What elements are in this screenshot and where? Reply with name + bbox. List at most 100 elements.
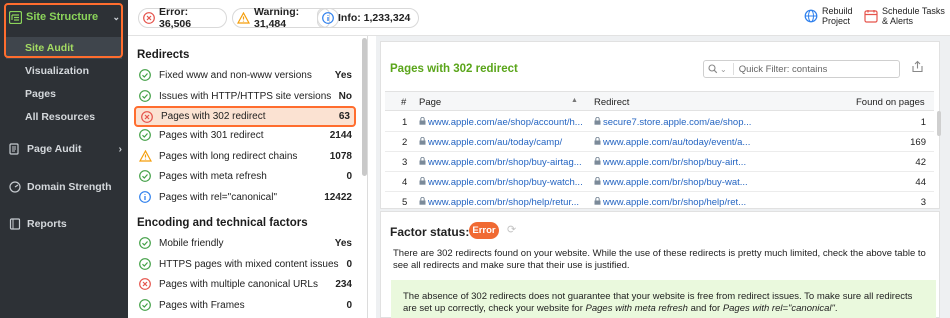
row-number: 3 <box>402 157 408 168</box>
factor-value: 0 <box>346 299 352 311</box>
status-badge: Error <box>469 222 499 239</box>
filter-placeholder: Quick Filter: contains <box>738 63 828 75</box>
column-header-number[interactable]: # <box>401 97 406 108</box>
table-row[interactable]: 3 www.apple.com/br/shop/buy-airtag... ww… <box>385 152 934 172</box>
table-row[interactable]: 4 www.apple.com/br/shop/buy-watch... www… <box>385 172 934 192</box>
sidebar-item-reports[interactable]: Reports <box>8 214 122 234</box>
page-url-link[interactable]: www.apple.com/br/shop/help/retur... <box>428 197 579 208</box>
redirect-url-link[interactable]: www.apple.com/br/shop/buy-airt... <box>603 157 746 168</box>
lock-icon <box>419 156 426 168</box>
factor-description: There are 302 redirects found on your we… <box>393 248 926 271</box>
rebuild-project-button[interactable]: Rebuild Project <box>804 6 853 26</box>
factor-row[interactable]: HTTPS pages with mixed content issues 0 <box>134 254 356 274</box>
ok-check-icon <box>138 69 152 81</box>
lock-icon <box>594 136 601 148</box>
lock-icon <box>594 156 601 168</box>
info-count-badge[interactable]: Info: 1,233,324 <box>317 8 419 28</box>
note-link-meta-refresh[interactable]: Pages with meta refresh <box>586 303 688 314</box>
factor-label: Pages with Frames <box>159 299 245 311</box>
refresh-icon[interactable]: ⟳ <box>507 223 516 236</box>
factor-value: 12422 <box>324 191 352 203</box>
sidebar-item-site-audit[interactable]: Site Audit <box>6 37 122 59</box>
sidebar-item-all-resources[interactable]: All Resources <box>6 106 122 128</box>
page-url-link[interactable]: www.apple.com/br/shop/buy-watch... <box>428 177 583 188</box>
factor-row[interactable]: Pages with Frames 0 <box>134 295 356 315</box>
filter-dropdown-icon[interactable]: ⌄ <box>720 65 727 74</box>
factor-row-selected[interactable]: Pages with 302 redirect 63 <box>134 106 356 127</box>
factor-row[interactable]: Pages with rel="canonical" 12422 <box>134 187 356 207</box>
lock-icon <box>594 196 601 208</box>
table-row[interactable]: 2 www.apple.com/au/today/camp/ www.apple… <box>385 132 934 152</box>
factor-label: Pages with 301 redirect <box>159 129 264 141</box>
ok-check-icon <box>138 258 152 270</box>
factor-status-label: Factor status: <box>390 225 470 239</box>
column-header-page[interactable]: Page <box>419 97 441 108</box>
sidebar-item-pages[interactable]: Pages <box>6 83 122 105</box>
factor-row[interactable]: Mobile friendly Yes <box>134 233 356 253</box>
details-panel: Pages with 302 redirect ⌄ Quick Filter: … <box>376 36 950 318</box>
factor-label: Pages with long redirect chains <box>159 150 298 162</box>
factor-row[interactable]: Issues with HTTP/HTTPS site versions No <box>134 86 356 106</box>
lock-icon <box>419 136 426 148</box>
page-url-link[interactable]: www.apple.com/br/shop/buy-airtag... <box>428 157 582 168</box>
factor-row[interactable]: Pages with long redirect chains 1078 <box>134 146 356 166</box>
table-title: Pages with 302 redirect <box>390 63 518 75</box>
sidebar-item-page-audit[interactable]: Page Audit › <box>8 139 122 159</box>
ok-check-icon <box>138 170 152 182</box>
sort-asc-icon[interactable]: ▲ <box>571 97 578 104</box>
error-icon <box>138 278 152 290</box>
page-audit-icon <box>8 143 22 155</box>
schedule-label-2: & Alerts <box>882 16 914 26</box>
page-url-link[interactable]: www.apple.com/au/today/camp/ <box>428 137 562 148</box>
sidebar: Site Structure ⌄ Site Audit Visualizatio… <box>0 0 128 318</box>
factor-row[interactable]: Fixed www and non-www versions Yes <box>134 65 356 85</box>
left-panel-scrollbar[interactable] <box>362 38 367 176</box>
redirect-url-link[interactable]: www.apple.com/br/shop/buy-wat... <box>603 177 748 188</box>
factor-row[interactable]: Pages with multiple canonical URLs 234 <box>134 274 356 294</box>
group-title-encoding: Encoding and technical factors <box>137 217 308 229</box>
redirect-url-link[interactable]: www.apple.com/au/today/event/a... <box>603 137 750 148</box>
factor-row[interactable]: Pages with 301 redirect 2144 <box>134 125 356 145</box>
sidebar-item-visualization[interactable]: Visualization <box>6 60 122 82</box>
factor-list-panel: Redirects Fixed www and non-www versions… <box>128 36 368 318</box>
factor-label: Pages with multiple canonical URLs <box>159 278 318 290</box>
lock-icon <box>419 116 426 128</box>
error-count-badge[interactable]: Error: 36,506 <box>138 6 227 30</box>
redirect-url-link[interactable]: www.apple.com/br/shop/help/ret... <box>603 197 746 208</box>
table-scrollbar[interactable] <box>937 111 941 136</box>
column-header-redirect[interactable]: Redirect <box>594 97 629 108</box>
schedule-tasks-button[interactable]: Schedule Tasks & Alerts <box>864 6 945 26</box>
chevron-right-icon: › <box>118 143 123 155</box>
note-link-canonical[interactable]: Pages with rel="canonical" <box>723 303 835 314</box>
column-header-found-on-pages[interactable]: Found on pages <box>856 97 925 108</box>
lock-icon <box>594 116 601 128</box>
chevron-down-icon: ⌄ <box>112 11 120 22</box>
top-bar: Error: 36,506 Warning: 31,484 Info: 1,23… <box>128 0 950 36</box>
factor-label: Fixed www and non-www versions <box>159 69 312 81</box>
sidebar-item-domain-strength[interactable]: Domain Strength <box>8 177 122 197</box>
rebuild-label-1: Rebuild <box>822 6 853 16</box>
found-on-pages-value: 42 <box>915 157 926 168</box>
page-url-link[interactable]: www.apple.com/ae/shop/account/h... <box>428 117 583 128</box>
sidebar-section-label: Site Structure <box>26 11 99 23</box>
group-title-redirects: Redirects <box>137 49 190 61</box>
ok-check-icon <box>138 90 152 102</box>
sidebar-section-site-structure[interactable]: Site Structure ⌄ <box>8 7 120 27</box>
site-structure-icon <box>8 10 22 24</box>
factor-label: Mobile friendly <box>159 237 224 249</box>
export-icon[interactable] <box>911 60 924 76</box>
quick-filter-input[interactable]: ⌄ Quick Filter: contains <box>703 60 900 78</box>
ok-check-icon <box>138 129 152 141</box>
found-on-pages-value: 44 <box>915 177 926 188</box>
factor-value: 0 <box>346 170 352 182</box>
ok-check-icon <box>138 237 152 249</box>
globe-icon <box>804 9 818 23</box>
factor-row[interactable]: Pages with meta refresh 0 <box>134 166 356 186</box>
table-row[interactable]: 1 www.apple.com/ae/shop/account/h... sec… <box>385 112 934 132</box>
row-number: 1 <box>402 117 408 128</box>
row-number: 2 <box>402 137 408 148</box>
factor-note: The absence of 302 redirects does not gu… <box>391 280 936 318</box>
redirect-url-link[interactable]: secure7.store.apple.com/ae/shop... <box>603 117 751 128</box>
search-icon <box>708 64 718 74</box>
table-header: # Page ▲ Redirect Found on pages <box>385 91 934 111</box>
